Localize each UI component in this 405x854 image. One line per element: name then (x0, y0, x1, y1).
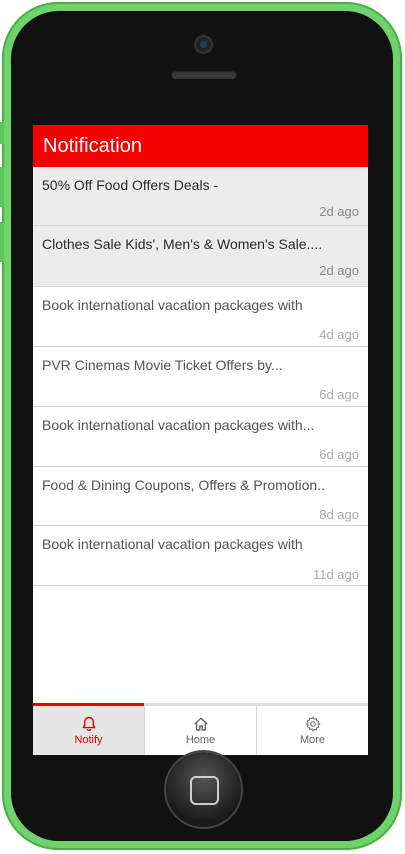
app-screen: Notification 50% Off Food Offers Deals -… (33, 125, 368, 755)
notification-item[interactable]: 50% Off Food Offers Deals - 2d ago (33, 167, 368, 226)
notification-item[interactable]: Book international vacation packages wit… (33, 287, 368, 347)
home-icon (193, 716, 209, 732)
gear-icon (305, 716, 321, 732)
notification-item[interactable]: Clothes Sale Kids', Men's & Women's Sale… (33, 226, 368, 287)
notification-time: 2d ago (319, 204, 359, 219)
notification-title: Book international vacation packages wit… (42, 417, 315, 433)
notification-time: 11d ago (312, 567, 359, 582)
page-title: Notification (43, 134, 142, 157)
notification-title: Food & Dining Coupons, Offers & Promotio… (42, 477, 325, 493)
mute-switch (0, 122, 4, 144)
notification-time: 4d ago (319, 327, 359, 342)
earpiece-speaker (171, 70, 237, 79)
volume-up-button (0, 167, 4, 207)
home-button-square-icon (190, 776, 219, 805)
front-camera (196, 37, 211, 52)
tab-more[interactable]: More (256, 706, 368, 755)
notification-item[interactable]: PVR Cinemas Movie Ticket Offers by... 6d… (33, 347, 368, 407)
notification-title: Book international vacation packages wit… (42, 536, 303, 552)
home-button[interactable] (166, 752, 241, 827)
notification-title: Clothes Sale Kids', Men's & Women's Sale… (42, 236, 323, 252)
app-header: Notification (33, 125, 368, 167)
notification-time: 8d ago (319, 507, 359, 522)
notification-item[interactable]: Book international vacation packages wit… (33, 407, 368, 467)
bell-icon (81, 716, 97, 732)
tab-label: More (299, 733, 326, 746)
notification-time: 6d ago (319, 387, 359, 402)
notification-item[interactable]: Book international vacation packages wit… (33, 526, 368, 586)
volume-down-button (0, 222, 4, 262)
notification-item[interactable]: Food & Dining Coupons, Offers & Promotio… (33, 467, 368, 526)
tab-home[interactable]: Home (144, 706, 256, 755)
bottom-tab-bar: Notify Home More (33, 703, 368, 755)
notification-time: 6d ago (319, 447, 359, 462)
notification-title: Book international vacation packages wit… (42, 297, 303, 313)
tab-notify[interactable]: Notify (33, 703, 144, 755)
notification-title: PVR Cinemas Movie Ticket Offers by... (42, 357, 283, 373)
notification-title: 50% Off Food Offers Deals - (42, 177, 219, 193)
notification-list: 50% Off Food Offers Deals - 2d ago Cloth… (33, 167, 368, 586)
tab-label: Notify (74, 733, 103, 746)
tab-label: Home (185, 733, 216, 746)
notification-time: 2d ago (319, 263, 359, 278)
